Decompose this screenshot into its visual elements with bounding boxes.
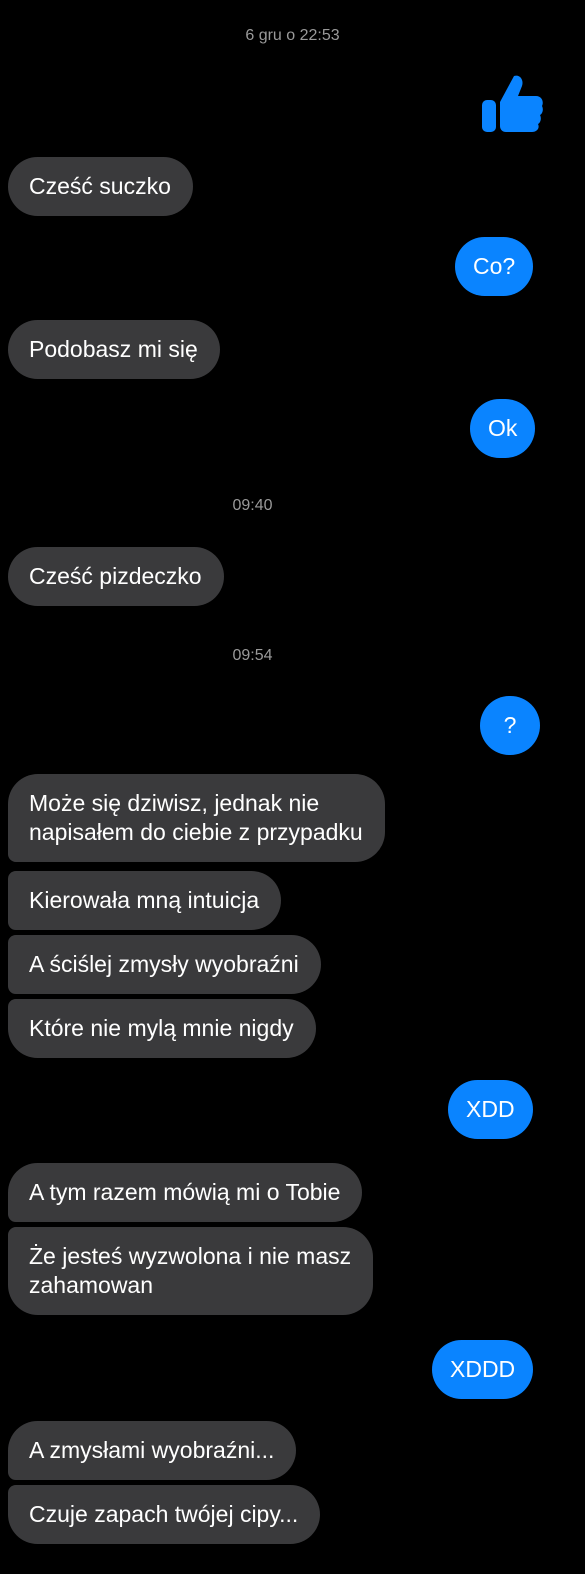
thumbs-up-icon[interactable] [480,72,544,136]
incoming-message[interactable]: Cześć suczko [8,157,193,216]
chat-thread[interactable]: 6 gru o 22:53 Cześć suczko Co? Podobasz … [0,0,585,1574]
timestamp: 6 gru o 22:53 [245,27,340,44]
incoming-message[interactable]: Czuje zapach twójej cipy... [8,1485,321,1544]
outgoing-message[interactable]: XDDD [432,1340,534,1399]
incoming-message[interactable]: Może się dziwisz, jednak nie napisałem d… [8,774,385,862]
timestamp: 09:54 [232,647,273,664]
outgoing-message[interactable]: Ok [470,399,536,458]
incoming-message[interactable]: Kierowała mną intuicja [8,871,282,930]
incoming-message[interactable]: A ściślej zmysły wyobraźni [8,935,321,994]
incoming-message[interactable]: Cześć pizdeczko [8,547,224,606]
timestamp: 09:40 [232,497,273,514]
incoming-message[interactable]: Że jesteś wyzwolona i nie masz zahamowan [8,1227,374,1315]
incoming-message[interactable]: A tym razem mówią mi o Tobie [8,1163,363,1222]
outgoing-message[interactable]: Co? [455,237,534,296]
incoming-message[interactable]: A zmysłami wyobraźni... [8,1421,297,1480]
outgoing-message[interactable]: XDD [448,1080,533,1139]
outgoing-message[interactable]: ? [480,696,540,755]
incoming-message[interactable]: Które nie mylą mnie nigdy [8,999,316,1058]
incoming-message[interactable]: Podobasz mi się [8,320,220,379]
